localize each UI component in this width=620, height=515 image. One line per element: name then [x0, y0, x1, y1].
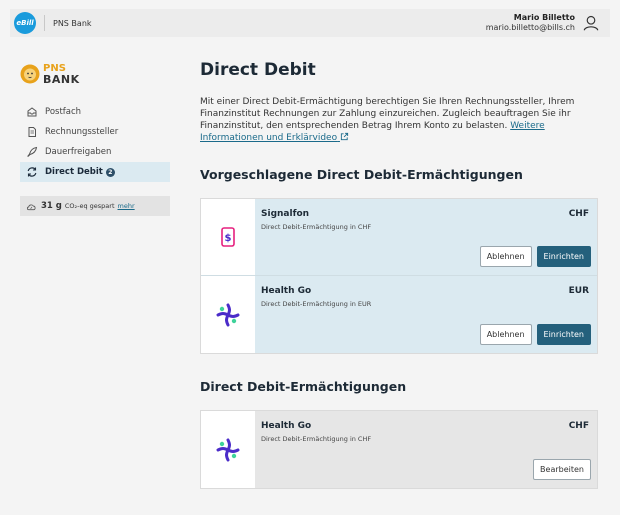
card-actions: Bearbeiten	[533, 459, 591, 480]
page-title: Direct Debit	[200, 60, 316, 80]
card-content: Health Go Direct Debit-Ermächtigung in E…	[255, 276, 597, 353]
authorizations-list: Health Go Direct Debit-Ermächtigung in C…	[200, 410, 598, 489]
biller-name: Health Go	[261, 421, 312, 431]
user-name: Mario Billetto	[513, 13, 575, 22]
sidebar-item-label: Dauerfreigaben	[45, 147, 112, 157]
pns-bank-logo[interactable]: PNS BANK	[20, 60, 170, 88]
card-content: Signalfon Direct Debit-Ermächtigung in C…	[255, 199, 597, 275]
intro-text: Mit einer Direct Debit-Ermächtigung bere…	[200, 96, 598, 144]
rocket-icon	[26, 146, 38, 158]
authorizations-section-title: Direct Debit-Ermächtigungen	[200, 379, 407, 394]
suggested-list: $ Signalfon Direct Debit-Ermächtigung in…	[200, 198, 598, 354]
sidebar-item-dauerfreigaben[interactable]: Dauerfreigaben	[20, 142, 170, 162]
biller-name: Health Go	[261, 286, 312, 296]
health-go-icon	[216, 438, 240, 461]
sidebar: PNS BANK Postfach Rechnungssteller Dauer…	[20, 60, 170, 216]
lion-logo-icon	[20, 64, 40, 84]
currency-label: CHF	[568, 209, 589, 219]
user-email: mario.billetto@bills.ch	[485, 23, 575, 32]
sidebar-nav: Postfach Rechnungssteller Dauerfreigaben…	[20, 102, 170, 182]
list-item: Health Go Direct Debit-Ermächtigung in C…	[201, 411, 597, 488]
edit-button[interactable]: Bearbeiten	[533, 459, 591, 480]
biller-name: Signalfon	[261, 209, 310, 219]
external-link-icon	[340, 132, 349, 141]
sidebar-item-label: Postfach	[45, 107, 82, 117]
topbar-divider	[44, 15, 45, 31]
sidebar-item-label: Rechnungssteller	[45, 127, 119, 137]
list-item: Health Go Direct Debit-Ermächtigung in E…	[201, 276, 597, 353]
currency-label: CHF	[568, 421, 589, 431]
suggested-section-title: Vorgeschlagene Direct Debit-Ermächtigung…	[200, 167, 523, 182]
sidebar-item-label: Direct Debit	[45, 167, 103, 177]
sidebar-item-postfach[interactable]: Postfach	[20, 102, 170, 122]
card-content: Health Go Direct Debit-Ermächtigung in C…	[255, 411, 597, 488]
leaf-cloud-icon	[26, 204, 36, 210]
top-bar: eBill PNS Bank Mario Billetto mario.bill…	[10, 9, 610, 37]
document-icon	[26, 126, 38, 138]
health-go-icon	[216, 303, 240, 326]
co2-value: 31 g	[41, 201, 62, 211]
card-actions: Ablehnen Einrichten	[479, 324, 591, 345]
ebill-logo[interactable]: eBill	[14, 12, 36, 34]
health-go-logo	[201, 411, 255, 488]
co2-savings-box: 31 g CO₂-eq gespart mehr	[20, 196, 170, 216]
phone-dollar-icon: $	[221, 227, 235, 247]
inbox-icon	[26, 106, 38, 118]
svg-text:$: $	[225, 233, 232, 244]
health-go-logo	[201, 276, 255, 353]
setup-button[interactable]: Einrichten	[536, 246, 591, 267]
count-badge: 2	[105, 167, 115, 177]
co2-more-link[interactable]: mehr	[118, 202, 135, 210]
co2-label: CO₂-eq gespart	[64, 202, 115, 210]
card-actions: Ablehnen Einrichten	[479, 246, 591, 267]
biller-subtitle: Direct Debit-Ermächtigung in EUR	[261, 300, 372, 308]
currency-label: EUR	[568, 286, 589, 296]
setup-button[interactable]: Einrichten	[536, 324, 591, 345]
user-info[interactable]: Mario Billetto mario.billetto@bills.ch	[486, 13, 575, 33]
bank-name: PNS Bank	[53, 18, 92, 28]
brand-line-2: BANK	[43, 73, 80, 86]
reject-button[interactable]: Ablehnen	[479, 324, 532, 345]
signalfon-logo: $	[201, 199, 255, 275]
reject-button[interactable]: Ablehnen	[479, 246, 532, 267]
refresh-icon	[26, 166, 38, 178]
sidebar-item-rechnungssteller[interactable]: Rechnungssteller	[20, 122, 170, 142]
biller-subtitle: Direct Debit-Ermächtigung in CHF	[261, 223, 372, 231]
biller-subtitle: Direct Debit-Ermächtigung in CHF	[261, 435, 372, 443]
list-item: $ Signalfon Direct Debit-Ermächtigung in…	[201, 199, 597, 276]
sidebar-item-direct-debit[interactable]: Direct Debit 2	[20, 162, 170, 182]
user-icon[interactable]	[582, 14, 600, 32]
main-content: Direct Debit Mit einer Direct Debit-Ermä…	[200, 60, 598, 489]
